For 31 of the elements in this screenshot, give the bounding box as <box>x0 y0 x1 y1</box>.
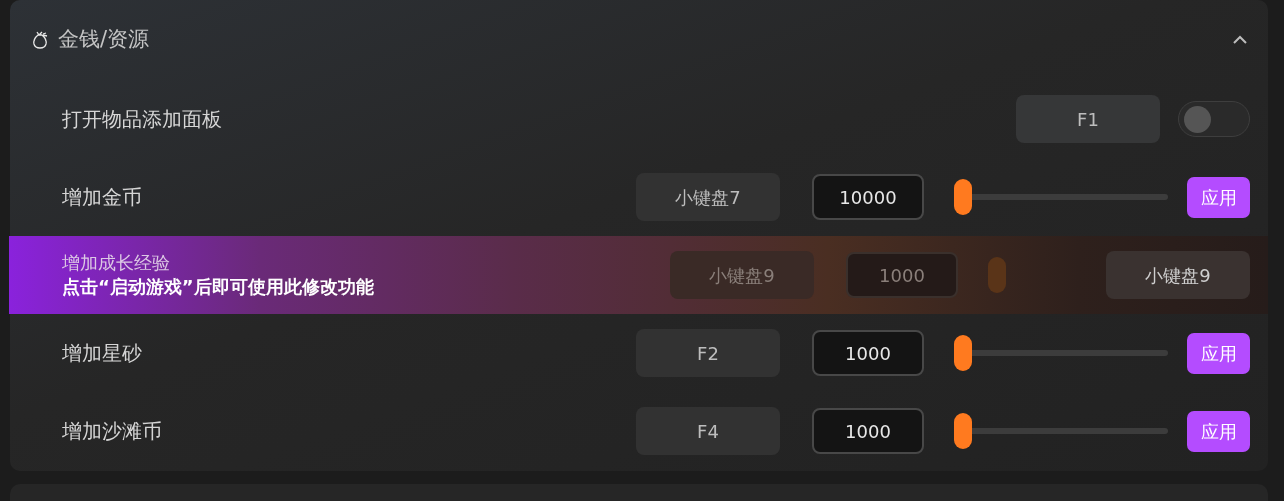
amount-field[interactable]: 1000 <box>846 252 958 298</box>
slider[interactable] <box>954 179 1168 215</box>
row-label: 打开物品添加面板 <box>62 106 223 133</box>
row-label: 增加成长经验 <box>62 251 171 275</box>
slider-thumb[interactable] <box>988 257 1006 293</box>
apply-button[interactable]: 应用 <box>1187 332 1250 374</box>
amount-field[interactable]: 1000 <box>812 408 924 454</box>
row-label: 增加金币 <box>62 184 143 211</box>
hotkey-button[interactable]: F1 <box>1016 95 1160 143</box>
hotkey-button[interactable]: 小键盘9 <box>670 251 814 299</box>
chevron-icon[interactable] <box>1232 35 1248 45</box>
slider-thumb[interactable] <box>954 335 972 371</box>
row-label: 增加星砂 <box>62 340 143 367</box>
hotkey-button[interactable]: F2 <box>636 329 780 377</box>
section-header[interactable]: 金钱/资源 <box>10 0 1268 80</box>
locked-notice: 点击“启动游戏”后即可使用此修改功能 <box>62 275 375 299</box>
apply-button[interactable]: 应用 <box>1187 410 1250 452</box>
row-label: 增加沙滩币 <box>62 418 163 445</box>
apply-button[interactable]: 应用 <box>1187 176 1250 218</box>
slider[interactable] <box>954 413 1168 449</box>
hotkey-button[interactable]: 小键盘9 <box>1106 251 1250 299</box>
hotkey-button[interactable]: 小键盘7 <box>636 173 780 221</box>
amount-field[interactable]: 10000 <box>812 174 924 220</box>
toggle-switch[interactable] <box>1178 101 1250 137</box>
hotkey-button[interactable]: F4 <box>636 407 780 455</box>
slider-thumb[interactable] <box>954 413 972 449</box>
slider-thumb[interactable] <box>954 179 972 215</box>
amount-field[interactable]: 1000 <box>812 330 924 376</box>
section-title: 金钱/资源 <box>58 26 151 54</box>
money-bag-icon <box>32 31 48 49</box>
slider[interactable] <box>954 335 1168 371</box>
